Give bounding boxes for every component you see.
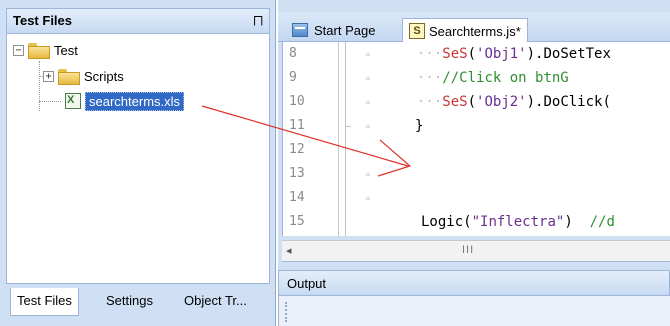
indent-dots: ··· xyxy=(417,70,443,86)
spreadsheet-icon xyxy=(65,93,81,109)
panel-title: Test Files xyxy=(13,13,73,28)
tab-settings[interactable]: Settings xyxy=(100,288,159,316)
whitespace-marker: » xyxy=(365,74,371,84)
code-token: 'Obj1' xyxy=(476,46,527,62)
whitespace-marker: » xyxy=(365,122,371,132)
code-token: ).DoSetTex xyxy=(526,46,611,62)
tab-label: Start Page xyxy=(314,22,376,38)
indent-dots: ··· xyxy=(417,46,443,62)
output-panel-header: Output xyxy=(278,270,670,296)
fold-guide xyxy=(345,42,346,236)
tree-item-searchterms-xls[interactable]: searchterms.xls xyxy=(65,91,185,111)
scroll-left-arrow-icon[interactable]: ◂ xyxy=(286,244,292,257)
tab-label: Searchterms.js* xyxy=(429,23,521,39)
editor-area: Start Page S Searchterms.js* 8 9 10 11 1… xyxy=(278,0,670,326)
tree-connector xyxy=(39,101,61,102)
code-editor[interactable]: 8 9 10 11 12 13 14 15 » » » » » » ···SeS… xyxy=(282,42,670,236)
code-line-9: ···//Click on btnG xyxy=(417,70,569,86)
line-number: 12 xyxy=(289,142,305,157)
code-spacer xyxy=(573,214,590,230)
collapse-icon[interactable]: − xyxy=(13,44,24,56)
document-tab-bar: Start Page S Searchterms.js* xyxy=(278,12,670,43)
code-line-15: Logic("Inflectra") //d xyxy=(421,214,615,230)
folder-icon xyxy=(58,69,80,85)
tree-item-test[interactable]: − Test xyxy=(13,40,78,60)
code-line-10: ···SeS('Obj2').DoClick( xyxy=(417,94,611,110)
code-token: ) xyxy=(564,214,573,230)
line-number-gutter: 8 9 10 11 12 13 14 15 xyxy=(283,42,339,236)
tab-test-files[interactable]: Test Files xyxy=(10,288,79,316)
tree-item-label: searchterms.xls xyxy=(85,91,185,111)
line-number: 15 xyxy=(289,214,305,229)
scroll-thumb-grip[interactable]: III xyxy=(462,244,474,256)
code-token: "Inflectra" xyxy=(471,214,565,230)
folder-icon xyxy=(28,43,50,59)
fold-end-marker xyxy=(345,126,351,127)
line-number: 13 xyxy=(289,166,305,181)
script-file-icon: S xyxy=(409,23,425,39)
code-token: Logic xyxy=(421,214,464,230)
code-line-11: } xyxy=(415,118,423,134)
code-token: //d xyxy=(589,214,615,230)
code-token: //Click on btnG xyxy=(442,70,569,86)
start-page-icon xyxy=(292,23,308,37)
indent-dots: ··· xyxy=(417,94,443,110)
tree-item-label: Test xyxy=(54,42,78,58)
line-number: 8 xyxy=(289,46,297,61)
output-panel xyxy=(278,296,670,326)
code-token: SeS xyxy=(442,94,468,110)
code-token: ( xyxy=(463,214,472,230)
tree-item-label: Scripts xyxy=(84,68,124,84)
whitespace-marker: » xyxy=(365,170,371,180)
code-token: ( xyxy=(467,46,477,62)
line-number: 11 xyxy=(289,118,305,133)
left-panel-tabs: Test Files Settings Object Tr... xyxy=(6,286,270,320)
tab-start-page[interactable]: Start Page xyxy=(286,18,381,42)
output-title: Output xyxy=(287,276,327,291)
tab-object-tree[interactable]: Object Tr... xyxy=(178,288,253,316)
line-number: 9 xyxy=(289,70,297,85)
test-files-panel-header: Test Files ⨅ xyxy=(6,8,270,34)
code-token: } xyxy=(415,118,424,134)
file-tree: − Test + Scripts searchterms.xls xyxy=(6,34,270,284)
whitespace-marker: » xyxy=(365,194,371,204)
horizontal-scrollbar[interactable]: ◂ III xyxy=(282,240,670,262)
pin-icon[interactable]: ⨅ xyxy=(253,14,263,29)
line-number: 10 xyxy=(289,94,305,109)
whitespace-marker: » xyxy=(365,98,371,108)
line-number: 14 xyxy=(289,190,305,205)
code-line-8: ···SeS('Obj1').DoSetTex xyxy=(417,46,611,62)
code-token: ).DoClick( xyxy=(526,94,611,110)
toolbar-grip[interactable] xyxy=(285,302,289,322)
expand-icon[interactable]: + xyxy=(43,70,54,82)
test-files-panel: Test Files ⨅ − Test + Scripts searchterm… xyxy=(0,0,276,326)
code-token: ( xyxy=(467,94,477,110)
tree-item-scripts[interactable]: + Scripts xyxy=(43,66,124,86)
code-token: SeS xyxy=(442,46,468,62)
tree-connector xyxy=(39,61,40,111)
whitespace-marker: » xyxy=(365,50,371,60)
tab-searchterms-js[interactable]: S Searchterms.js* xyxy=(402,18,528,43)
code-token: 'Obj2' xyxy=(476,94,527,110)
